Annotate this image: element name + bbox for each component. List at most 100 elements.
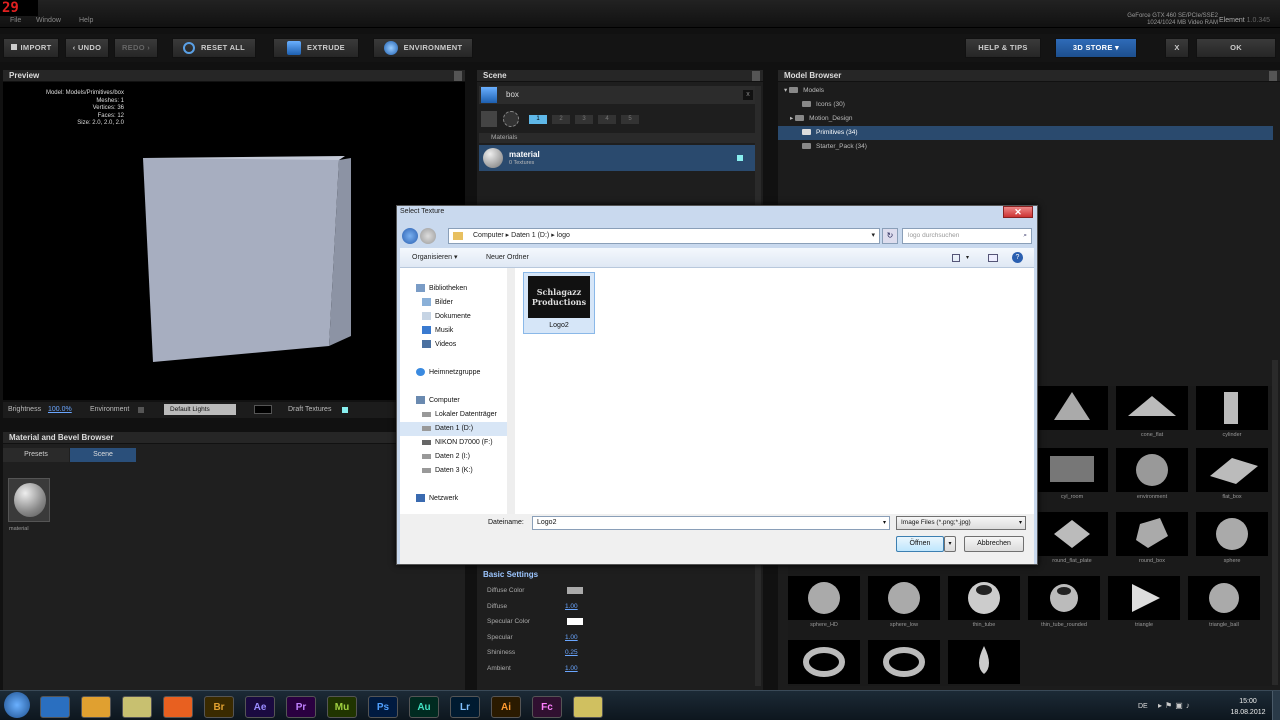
group-2[interactable]: 2 (552, 115, 570, 124)
dialog-close-button[interactable]: ✕ (1003, 206, 1033, 218)
menu-window[interactable]: Window (36, 17, 61, 24)
nav-musik[interactable]: Musik (400, 324, 508, 338)
nav-bibliotheken[interactable]: Bibliotheken (400, 282, 508, 296)
undo-button[interactable]: ‹ UNDO (65, 38, 109, 58)
lights-dropdown[interactable]: Default Lights (164, 404, 236, 415)
taskbar-photoshop-icon[interactable]: Ps (368, 696, 398, 718)
import-button[interactable]: IMPORT (3, 38, 59, 58)
model-thumb-thin-tube-rounded[interactable] (1028, 576, 1100, 620)
tree-motion-design[interactable]: ▸ Motion_Design (778, 112, 1273, 126)
taskbar-explorer-icon[interactable] (40, 696, 70, 718)
nav-scrollbar[interactable] (507, 268, 515, 514)
taskbar-after-effects-icon[interactable]: Ae (245, 696, 275, 718)
material-visible-toggle[interactable] (737, 155, 743, 161)
draft-textures-toggle[interactable] (342, 407, 348, 413)
forward-icon[interactable] (420, 228, 436, 244)
tray-icons[interactable]: ▸⚑▣♪ (1158, 701, 1230, 711)
background-color-swatch[interactable] (254, 405, 272, 414)
select-tool-icon[interactable] (481, 111, 497, 127)
redo-button[interactable]: REDO › (114, 38, 158, 58)
group-1[interactable]: 1 (529, 115, 547, 124)
material-thumb[interactable] (8, 478, 50, 522)
model-thumb-environment[interactable] (1116, 448, 1188, 492)
menu-file[interactable]: File (10, 17, 21, 24)
language-indicator[interactable]: DE (1138, 703, 1148, 710)
taskbar-audition-icon[interactable]: Au (409, 696, 439, 718)
tab-presets[interactable]: Presets (3, 448, 69, 462)
tree-primitives[interactable]: Primitives (34) (778, 126, 1273, 140)
model-thumb-sphere[interactable] (1196, 512, 1268, 556)
filetype-select[interactable]: Image Files (*.png;*.jpg) ▾ (896, 516, 1026, 530)
model-thumb-water-drop[interactable] (948, 640, 1020, 684)
refresh-icon[interactable]: ↻ (882, 228, 898, 244)
clock[interactable]: 15:00 18.08.2012 (1228, 696, 1268, 718)
new-folder-button[interactable]: Neuer Ordner (486, 248, 529, 268)
model-thumb-triangle-ball[interactable] (1188, 576, 1260, 620)
organize-button[interactable]: Organisieren ▾ (412, 248, 458, 268)
model-thumb-round-flat-plate[interactable] (1036, 512, 1108, 556)
open-dropdown-button[interactable]: ▾ (944, 536, 956, 552)
model-thumb-tube-bevel[interactable] (788, 640, 860, 684)
brightness-value[interactable]: 100.0% (48, 406, 72, 413)
nav-daten2[interactable]: Daten 2 (I:) (400, 450, 508, 464)
nav-bilder[interactable]: Bilder (400, 296, 508, 310)
specular-value[interactable]: 1.00 (565, 630, 578, 646)
nav-daten3[interactable]: Daten 3 (K:) (400, 464, 508, 478)
group-5[interactable]: 5 (621, 115, 639, 124)
collapse-icon[interactable] (752, 71, 760, 81)
search-input[interactable]: logo durchsuchen ⌕ (902, 228, 1032, 244)
reset-all-button[interactable]: RESET ALL (172, 38, 256, 58)
taskbar-muse-icon[interactable]: Mu (327, 696, 357, 718)
nav-netzwerk[interactable]: Netzwerk (400, 492, 508, 506)
taskbar-element3d-icon[interactable] (573, 696, 603, 718)
model-thumb-cyl-room[interactable] (1036, 448, 1108, 492)
nav-lokaler-datentraeger[interactable]: Lokaler Datenträger (400, 408, 508, 422)
nav-dokumente[interactable]: Dokumente (400, 310, 508, 324)
material-row[interactable]: material 0 Textures (479, 145, 757, 171)
crumb-daten1[interactable]: Daten 1 (D:) (511, 232, 549, 239)
back-icon[interactable] (402, 228, 418, 244)
file-item-logo2[interactable]: Schlagazz Productions Logo2 (523, 272, 595, 334)
nav-nikon[interactable]: NIKON D7000 (F:) (400, 436, 508, 450)
tab-scene[interactable]: Scene (70, 448, 136, 462)
taskbar-bridge-icon[interactable]: Br (204, 696, 234, 718)
model-thumb-cone[interactable] (1036, 386, 1108, 430)
environment-toggle[interactable] (138, 407, 144, 413)
diffuse-color-swatch[interactable] (567, 587, 583, 594)
3d-store-button[interactable]: 3D STORE ▾ (1055, 38, 1137, 58)
nav-heimnetzgruppe[interactable]: Heimnetzgruppe (400, 366, 508, 380)
materials-section[interactable]: Materials (479, 133, 757, 143)
model-scrollbar[interactable] (1272, 360, 1278, 685)
model-thumb-cylinder[interactable] (1196, 386, 1268, 430)
group-4[interactable]: 4 (598, 115, 616, 124)
taskbar-illustrator-icon[interactable]: Ai (491, 696, 521, 718)
close-button[interactable]: X (1165, 38, 1189, 58)
tree-starter-pack[interactable]: Starter_Pack (34) (778, 140, 1273, 154)
help-icon[interactable]: ? (1012, 252, 1023, 263)
filename-input[interactable]: Logo2 ▾ (532, 516, 890, 530)
model-thumb-round-box[interactable] (1116, 512, 1188, 556)
taskbar-premiere-icon[interactable]: Pr (286, 696, 316, 718)
taskbar-lightroom-icon[interactable]: Lr (450, 696, 480, 718)
chevron-down-icon[interactable]: ▾ (966, 248, 969, 268)
model-thumb-cone-flat[interactable] (1116, 386, 1188, 430)
nav-daten1[interactable]: Daten 1 (D:) (400, 422, 508, 436)
crumb-computer[interactable]: Computer (473, 232, 504, 239)
model-thumb-sphere-low[interactable] (868, 576, 940, 620)
collapse-icon[interactable] (454, 71, 462, 81)
preview-pane-icon[interactable] (988, 254, 998, 262)
object-close-icon[interactable]: x (743, 90, 753, 100)
menu-help[interactable]: Help (79, 17, 93, 24)
group-3[interactable]: 3 (575, 115, 593, 124)
box-model[interactable] (133, 150, 363, 370)
start-button[interactable] (4, 692, 30, 718)
specular-color-swatch[interactable] (567, 618, 583, 625)
view-options-icon[interactable] (952, 254, 960, 262)
taskbar-firefox-icon[interactable] (163, 696, 193, 718)
chevron-down-icon[interactable]: ▾ (883, 517, 886, 529)
open-button[interactable]: Öffnen (896, 536, 944, 552)
model-thumb-sphere-hd[interactable] (788, 576, 860, 620)
ok-button[interactable]: OK (1196, 38, 1276, 58)
help-tips-button[interactable]: HELP & TIPS (965, 38, 1041, 58)
shininess-value[interactable]: 0.25 (565, 645, 578, 661)
